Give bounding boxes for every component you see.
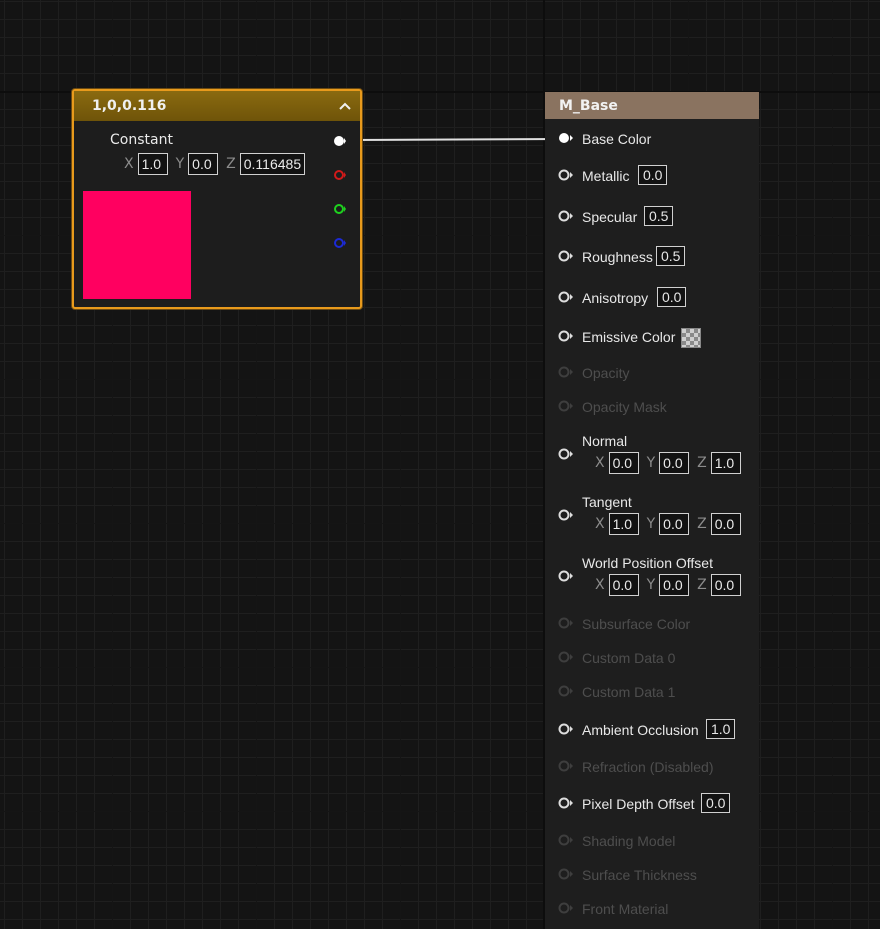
normal-z-input[interactable]: 1.0 — [710, 452, 741, 474]
x-axis-label: X — [595, 516, 605, 532]
blue-output-pin-icon[interactable] — [334, 237, 346, 249]
input-pin-icon[interactable] — [558, 722, 574, 736]
pin-label: Pixel Depth Offset — [582, 796, 695, 812]
x-axis-label: X — [124, 156, 134, 172]
z-axis-label: Z — [697, 577, 707, 593]
pin-label: Base Color — [582, 131, 652, 147]
x-axis-label: X — [595, 455, 605, 471]
pin-label: Custom Data 0 — [582, 650, 676, 666]
disabled-pin-icon — [558, 834, 573, 846]
pin-label: Specular — [582, 209, 638, 225]
pin-label: Emissive Color — [582, 329, 676, 345]
tangent-z-input[interactable]: 0.0 — [710, 513, 741, 535]
pin-label: Tangent — [582, 494, 632, 510]
disabled-pin-icon — [558, 902, 573, 914]
wpo-y-input[interactable]: 0.0 — [659, 574, 690, 596]
z-value-input[interactable]: 0.116485 — [239, 153, 306, 175]
input-pin-icon[interactable] — [558, 447, 574, 461]
normal-x-input[interactable]: 0.0 — [608, 452, 639, 474]
constant-node-header[interactable]: 1,0,0.116 — [74, 91, 360, 121]
pin-label: World Position Offset — [582, 555, 713, 571]
material-node-header[interactable]: M_Base — [545, 92, 759, 119]
pin-label: Surface Thickness — [582, 867, 697, 883]
tangent-y-input[interactable]: 0.0 — [659, 513, 690, 535]
disabled-pin-icon — [558, 685, 573, 697]
pin-label: Anisotropy — [582, 290, 649, 306]
input-pin-icon[interactable] — [558, 329, 574, 343]
input-pin-icon[interactable] — [558, 796, 574, 810]
pin-label: Normal — [582, 433, 628, 449]
normal-vector-row: X 0.0 Y 0.0 Z 1.0 — [593, 452, 747, 474]
pin-label: Front Material — [582, 901, 669, 917]
disabled-pin-icon — [558, 617, 573, 629]
pin-label: Metallic — [582, 168, 630, 184]
specular-value-input[interactable]: 0.5 — [644, 206, 674, 226]
constant-label: Constant — [110, 132, 173, 148]
disabled-pin-icon — [558, 366, 573, 378]
connected-pin-icon[interactable] — [558, 131, 574, 145]
y-axis-label: Y — [646, 455, 656, 471]
disabled-pin-icon — [558, 400, 573, 412]
x-value-input[interactable]: 1.0 — [137, 153, 168, 175]
metallic-value-input[interactable]: 0.0 — [638, 165, 668, 185]
wpo-vector-row: X 0.0 Y 0.0 Z 0.0 — [593, 574, 747, 596]
pin-label: Subsurface Color — [582, 616, 691, 632]
pin-label: Ambient Occlusion — [582, 722, 699, 738]
input-pin-icon[interactable] — [558, 508, 574, 522]
pin-label: Shading Model — [582, 833, 676, 849]
constant-node-title: 1,0,0.116 — [92, 98, 167, 114]
tangent-vector-row: X 1.0 Y 0.0 Z 0.0 — [593, 513, 747, 535]
connection-wire[interactable] — [344, 0, 564, 160]
tangent-x-input[interactable]: 1.0 — [608, 513, 639, 535]
input-pin-icon[interactable] — [558, 209, 574, 223]
material-result-node[interactable]: M_Base Base Color Metallic 0.0 Specular … — [545, 92, 759, 929]
disabled-pin-icon — [558, 868, 573, 880]
green-output-pin-icon[interactable] — [334, 203, 346, 215]
input-pin-icon[interactable] — [558, 168, 574, 182]
ao-value-input[interactable]: 1.0 — [706, 719, 736, 739]
disabled-pin-icon — [558, 651, 573, 663]
y-axis-label: Y — [646, 516, 656, 532]
red-output-pin-icon[interactable] — [334, 169, 346, 181]
constant-value-row: X 1.0 Y 0.0 Z 0.116485 — [122, 153, 311, 175]
pdo-value-input[interactable]: 0.0 — [701, 793, 731, 813]
x-axis-label: X — [595, 577, 605, 593]
pin-label: Refraction (Disabled) — [582, 759, 714, 775]
chevron-up-icon[interactable] — [338, 99, 352, 113]
pin-label: Opacity — [582, 365, 630, 381]
anisotropy-value-input[interactable]: 0.0 — [657, 287, 687, 307]
pin-label: Roughness — [582, 249, 653, 265]
roughness-value-input[interactable]: 0.5 — [656, 246, 686, 266]
normal-y-input[interactable]: 0.0 — [659, 452, 690, 474]
y-axis-label: Y — [646, 577, 656, 593]
z-axis-label: Z — [697, 455, 707, 471]
emissive-color-swatch[interactable] — [681, 328, 701, 348]
input-pin-icon[interactable] — [558, 569, 574, 583]
pin-label: Custom Data 1 — [582, 684, 676, 700]
color-preview-swatch[interactable] — [83, 191, 191, 299]
constant-vector-node[interactable]: 1,0,0.116 Constant X 1.0 Y 0.0 Z 0.11648… — [72, 89, 362, 309]
material-node-title: M_Base — [559, 97, 618, 114]
pin-label: Opacity Mask — [582, 399, 667, 415]
input-pin-icon[interactable] — [558, 290, 574, 304]
wpo-x-input[interactable]: 0.0 — [608, 574, 639, 596]
z-axis-label: Z — [697, 516, 707, 532]
wpo-z-input[interactable]: 0.0 — [710, 574, 741, 596]
input-pin-icon[interactable] — [558, 249, 574, 263]
rgb-output-pin-icon[interactable] — [334, 135, 346, 147]
disabled-pin-icon — [558, 760, 573, 772]
y-value-input[interactable]: 0.0 — [188, 153, 219, 175]
z-axis-label: Z — [226, 156, 236, 172]
y-axis-label: Y — [175, 156, 185, 172]
